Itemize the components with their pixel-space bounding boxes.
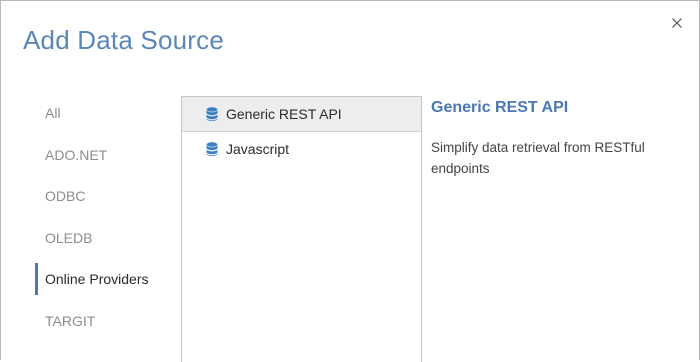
category-list: All ADO.NET ODBC OLEDB Online Providers … [35,97,181,346]
category-label: ADO.NET [45,146,108,163]
provider-list: Generic REST API Javascript [181,96,422,362]
add-data-source-dialog: Add Data Source All ADO.NET ODBC OLEDB O… [0,0,700,362]
category-label: Online Providers [45,271,149,287]
detail-title: Generic REST API [431,99,569,116]
provider-label: Javascript [226,141,290,157]
provider-label: Generic REST API [226,106,342,122]
database-icon [206,142,218,160]
database-icon [206,107,218,125]
category-label: OLEDB [45,229,93,246]
category-item-oledb[interactable]: OLEDB [35,222,181,254]
category-item-all[interactable]: All [35,97,181,129]
category-label: ODBC [45,188,86,204]
dialog-title: Add Data Source [23,25,225,55]
category-label: All [45,105,61,121]
category-item-targit[interactable]: TARGIT [35,305,181,337]
provider-item-generic-rest-api[interactable]: Generic REST API [182,97,421,132]
category-item-odbc[interactable]: ODBC [35,180,181,212]
category-item-ado-net[interactable]: ADO.NET [35,139,181,171]
category-label: TARGIT [45,312,96,329]
provider-item-javascript[interactable]: Javascript [182,132,421,166]
provider-detail-panel: Generic REST API Simplify data retrieval… [431,97,693,179]
close-icon[interactable] [669,15,685,31]
category-item-online-providers[interactable]: Online Providers [35,263,181,295]
detail-description: Simplify data retrieval from RESTful end… [431,140,645,176]
